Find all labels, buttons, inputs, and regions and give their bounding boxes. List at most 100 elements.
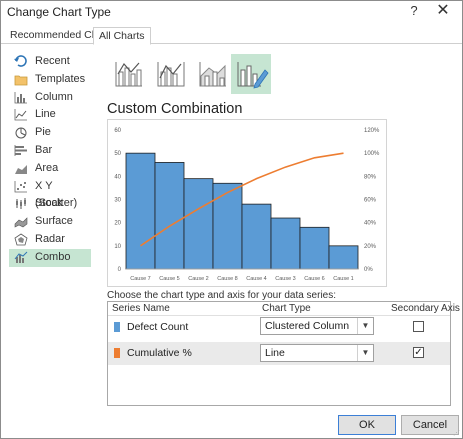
ok-button[interactable]: OK [338, 415, 396, 435]
clustered-column-line-secondary-icon [157, 62, 185, 87]
y-tick-label: 20 [114, 221, 121, 227]
chart-category-list: Recent Templates Column Line Pie Bar Are… [9, 53, 91, 267]
x-tick-label: Cause 4 [246, 276, 267, 282]
sidebar-item-area[interactable]: Area [9, 160, 91, 178]
bar-chart-icon [14, 144, 27, 156]
sidebar-item-label: Radar [35, 232, 65, 245]
recent-icon [14, 55, 27, 67]
area-chart-icon [15, 164, 27, 174]
combo-type-custom-combination[interactable] [231, 54, 271, 94]
x-tick-label: Cause 5 [159, 276, 180, 282]
y2-tick-label: 100% [364, 151, 380, 157]
sidebar-item-pie[interactable]: Pie [9, 124, 91, 142]
pie-chart-icon [15, 127, 27, 139]
x-tick-label: Cause 7 [130, 276, 151, 282]
header-chart-type: Chart Type [262, 303, 311, 314]
sidebar-item-line[interactable]: Line [9, 106, 91, 124]
x-tick-label: Cause 8 [217, 276, 238, 282]
x-tick-label: Cause 2 [188, 276, 209, 282]
section-title: Custom Combination [107, 101, 243, 117]
sidebar-item-combo[interactable]: Combo [9, 248, 91, 267]
sidebar-item-label: Surface [35, 215, 73, 228]
help-icon[interactable]: ? [406, 3, 422, 19]
chart-preview: 0 10 20 30 40 50 60 0% 20% 40% 60% 80% 100% 120% Cause… [107, 119, 387, 287]
y-tick-label: 0 [118, 267, 122, 273]
custom-combination-icon [237, 62, 269, 89]
dialog-title: Change Chart Type [7, 5, 111, 19]
header-secondary-axis: Secondary Axis [391, 303, 460, 314]
header-series-name: Series Name [112, 303, 170, 314]
combo-subtype-row [105, 54, 305, 94]
sidebar-item-label: Area [35, 161, 59, 174]
sidebar-item-radar[interactable]: Radar [9, 231, 91, 249]
y2-tick-label: 0% [364, 267, 373, 273]
sidebar-item-label: Stock [35, 197, 63, 210]
chevron-down-icon[interactable]: ▼ [357, 345, 373, 361]
choose-series-label: Choose the chart type and axis for your … [107, 290, 337, 301]
y2-tick-label: 80% [364, 174, 377, 180]
surface-chart-icon [14, 217, 28, 228]
tab-all-charts[interactable]: All Charts [93, 27, 151, 45]
x-tick-label: Cause 3 [275, 276, 296, 282]
scatter-chart-icon [14, 180, 27, 192]
chart-type-dropdown-cumulative-percent[interactable]: Line ▼ [260, 344, 374, 362]
bar [125, 152, 156, 270]
sidebar-item-label: Combo [35, 250, 71, 263]
combo-type-clustered-column-line-secondary[interactable] [151, 54, 191, 94]
sidebar-item-label: Templates [35, 72, 86, 85]
y2-tick-label: 20% [364, 244, 377, 250]
bar [183, 178, 214, 270]
y-tick-label: 30 [114, 198, 121, 204]
combo-type-clustered-column-line[interactable] [109, 54, 149, 94]
sidebar-item-label: Line [35, 108, 56, 121]
bar [299, 226, 330, 270]
secondary-axis-checkbox-cumulative-percent[interactable]: ✓ [413, 347, 424, 358]
dropdown-value: Clustered Column [265, 320, 350, 332]
y2-tick-label: 60% [364, 198, 377, 204]
sidebar-item-stock[interactable]: Stock [9, 195, 91, 213]
y2-tick-label: 120% [364, 128, 380, 134]
dropdown-value: Line [265, 347, 285, 359]
sidebar-item-label: Recent [35, 55, 70, 67]
line-chart-icon [14, 109, 27, 121]
sidebar-item-recent[interactable]: Recent [9, 53, 91, 71]
sidebar-item-xy-scatter[interactable]: X Y (Scatter) [9, 178, 91, 209]
series-color-swatch [114, 348, 120, 358]
x-tick-label: Cause 6 [304, 276, 325, 282]
folder-icon [14, 75, 28, 86]
title-bar: Change Chart Type ? ✕ [1, 1, 462, 23]
series-name-defect-count: Defect Count [127, 321, 189, 333]
sidebar-item-templates[interactable]: Templates [9, 71, 91, 89]
sidebar-item-label: Column [35, 90, 73, 103]
combo-chart-preview: 0 10 20 30 40 50 60 0% 20% 40% 60% 80% 100% 120% Cause… [114, 128, 380, 282]
change-chart-type-dialog: Change Chart Type ? ✕ Recommended Charts… [0, 0, 463, 439]
bar [154, 162, 185, 270]
combo-chart-icon [14, 251, 28, 263]
resize-grip-icon[interactable]: ⋰ [453, 429, 462, 438]
y-tick-label: 60 [114, 128, 121, 134]
series-name-cumulative-percent: Cumulative % [127, 347, 192, 359]
chart-type-dropdown-defect-count[interactable]: Clustered Column ▼ [260, 317, 374, 335]
y-tick-label: 50 [114, 151, 121, 157]
y2-tick-label: 40% [364, 221, 377, 227]
secondary-axis-checkbox-defect-count[interactable] [413, 321, 424, 332]
chevron-down-icon[interactable]: ▼ [357, 318, 373, 334]
stacked-area-column-icon [199, 62, 226, 87]
sidebar-item-bar[interactable]: Bar [9, 142, 91, 160]
series-color-swatch [114, 322, 120, 332]
sidebar-item-column[interactable]: Column [9, 89, 91, 107]
sidebar-item-surface[interactable]: Surface [9, 213, 91, 231]
bar [241, 203, 272, 270]
x-tick-label: Cause 1 [333, 276, 354, 282]
close-icon[interactable]: ✕ [433, 2, 453, 20]
sidebar-item-label: Bar [35, 143, 53, 156]
column-chart-icon [14, 91, 27, 103]
bar [270, 217, 301, 270]
cancel-button[interactable]: Cancel [401, 415, 459, 435]
tab-strip: Recommended Charts All Charts [1, 27, 462, 45]
y-tick-label: 10 [114, 244, 121, 250]
bar [328, 245, 359, 270]
bar [212, 182, 243, 270]
combo-type-stacked-area-column[interactable] [193, 54, 233, 94]
y-tick-label: 40 [114, 174, 121, 180]
